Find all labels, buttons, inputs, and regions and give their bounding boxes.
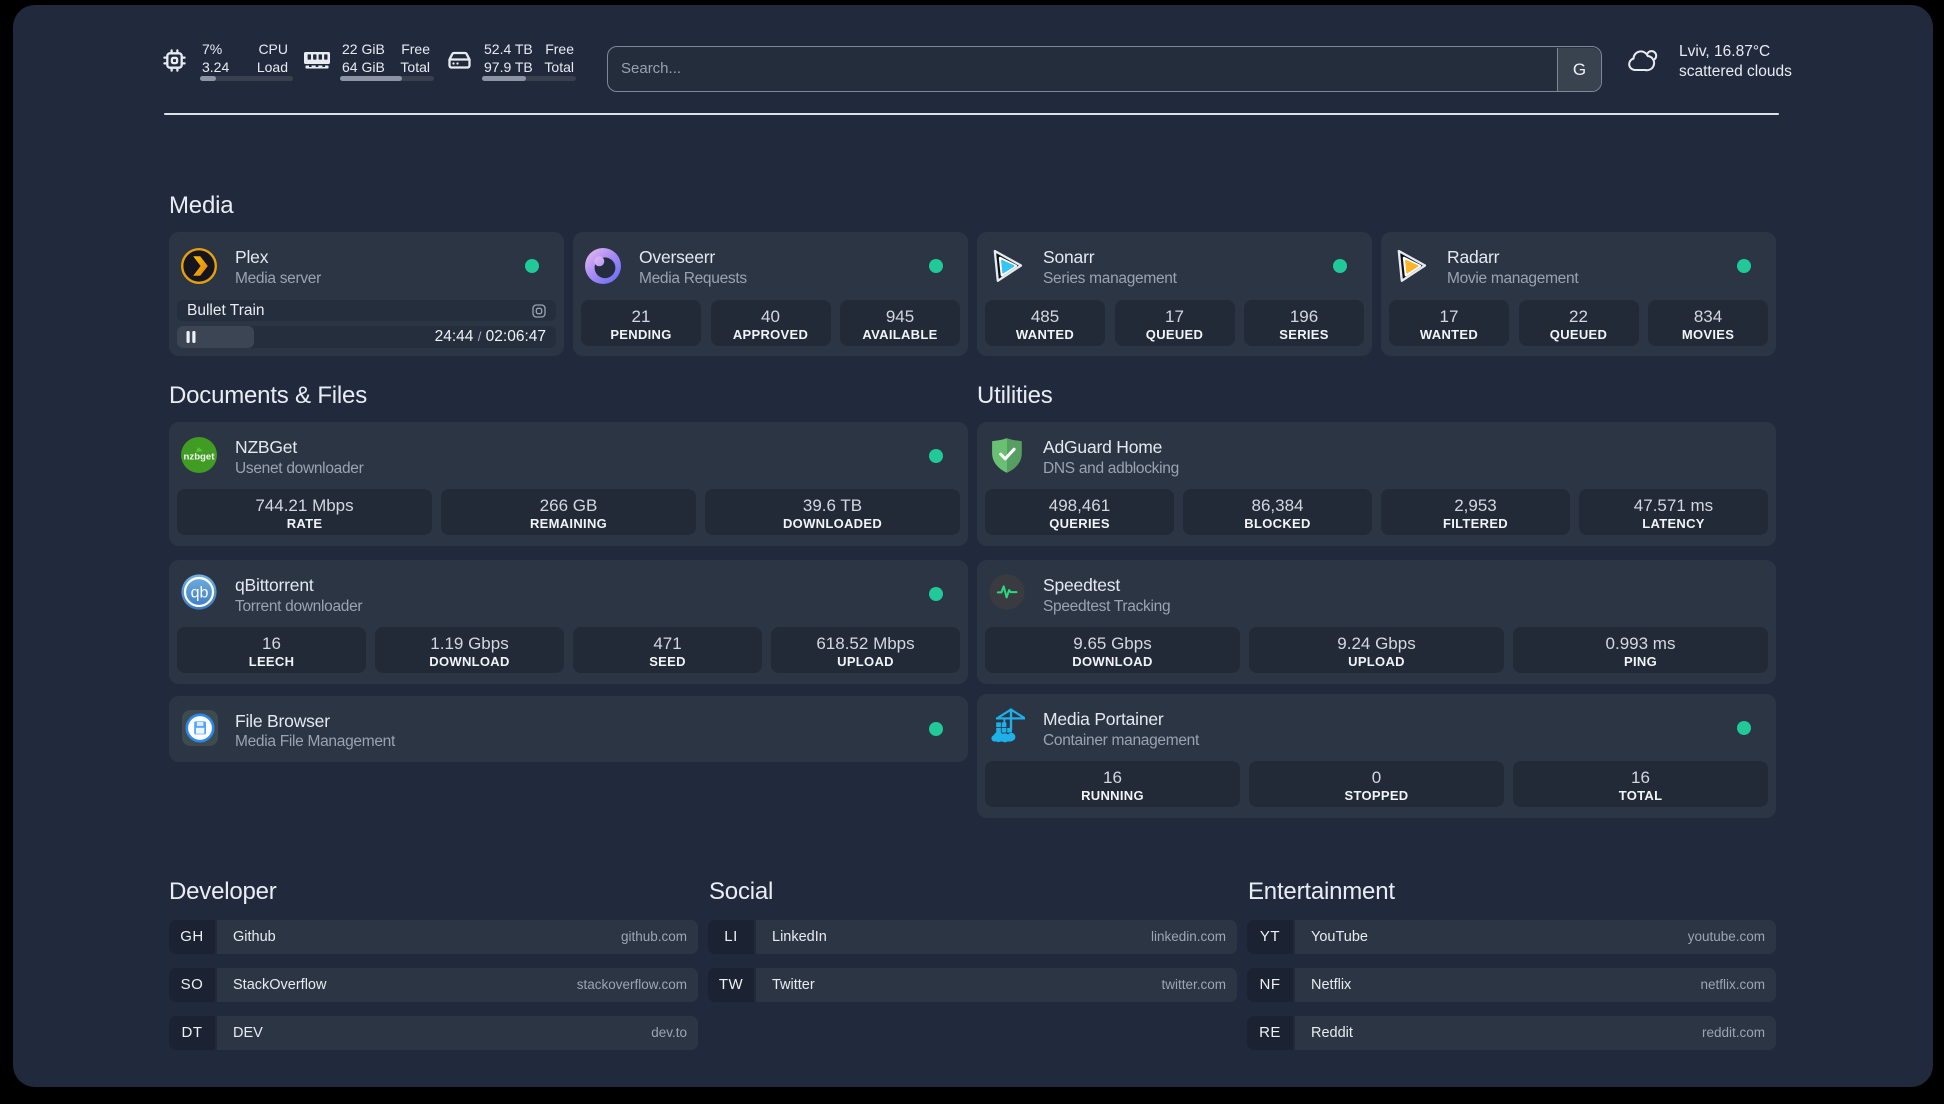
svg-text:nzbget: nzbget [184, 452, 216, 463]
svg-text:qb: qb [191, 585, 209, 602]
